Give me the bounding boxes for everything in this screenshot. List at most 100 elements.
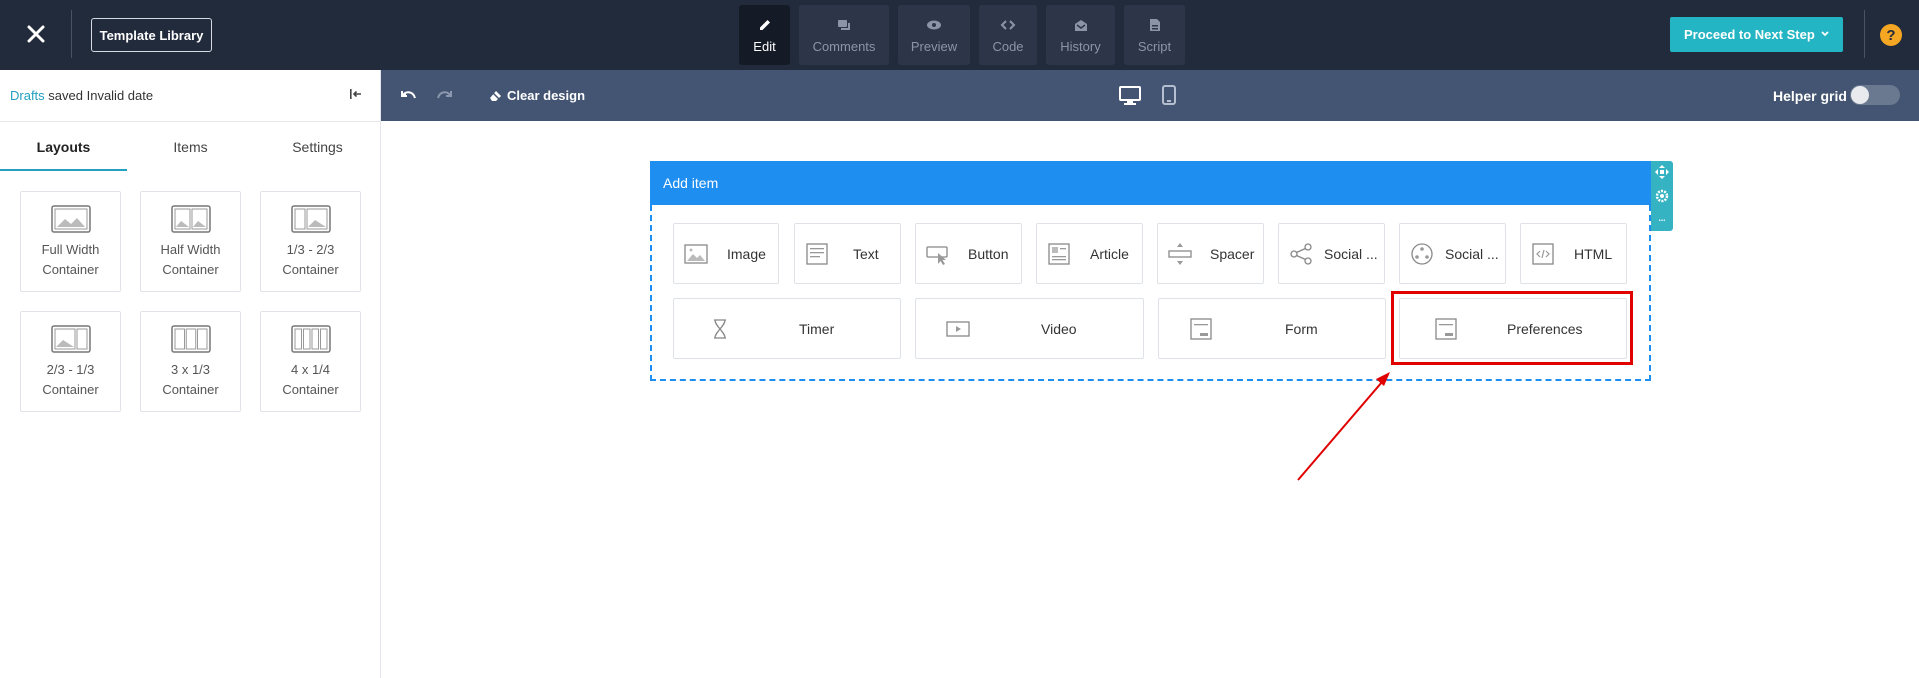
tab-preview[interactable]: Preview — [898, 5, 970, 65]
image-icon — [684, 242, 708, 266]
clear-design-button[interactable]: Clear design — [489, 88, 585, 103]
redo-icon[interactable] — [435, 87, 453, 105]
pencil-icon — [757, 17, 773, 33]
layout-label: Half Width Container — [160, 242, 221, 277]
video-icon — [946, 317, 970, 341]
tab-edit-label: Edit — [753, 38, 776, 54]
item-text[interactable]: Text — [794, 223, 901, 284]
tab-history[interactable]: History — [1046, 5, 1115, 65]
half-width-layout-icon — [170, 205, 211, 233]
clear-design-label: Clear design — [507, 88, 586, 103]
undo-icon[interactable] — [400, 87, 418, 105]
item-social-follow[interactable]: Social ... — [1399, 223, 1506, 284]
close-icon[interactable] — [18, 16, 54, 52]
item-label: Image — [727, 246, 766, 262]
settings-gear-icon[interactable] — [1655, 189, 1669, 203]
button-icon — [926, 242, 950, 266]
layout-three-by-third[interactable]: 3 x 1/3 Container — [140, 311, 241, 412]
tab-preview-label: Preview — [910, 38, 958, 54]
tab-script[interactable]: Script — [1124, 5, 1185, 65]
article-icon — [1047, 242, 1071, 266]
layout-one-third-two-thirds[interactable]: 1/3 - 2/3 Container — [260, 191, 361, 292]
topbar-divider-right — [1864, 10, 1865, 58]
layout-full-width[interactable]: Full Width Container — [20, 191, 121, 292]
mode-tabs: Edit Comments Preview Code History Scrip… — [739, 5, 1185, 65]
item-spacer[interactable]: Spacer — [1157, 223, 1264, 284]
item-label: HTML — [1574, 246, 1613, 262]
history-icon — [1073, 17, 1089, 33]
tab-edit[interactable]: Edit — [739, 5, 790, 65]
tab-code[interactable]: Code — [979, 5, 1037, 65]
block-side-tools — [1651, 161, 1673, 231]
draft-status-text: saved Invalid date — [48, 88, 154, 103]
comments-icon — [836, 17, 852, 33]
item-label: Form — [1285, 321, 1318, 337]
canvas-toolbar: Clear design Helper grid — [381, 70, 1919, 121]
top-bar: Template Library Edit Comments Preview C… — [0, 0, 1919, 70]
helper-grid-toggle[interactable] — [1850, 85, 1900, 105]
layout-two-thirds-one-third[interactable]: 2/3 - 1/3 Container — [20, 311, 121, 412]
layout-half-width[interactable]: Half Width Container — [140, 191, 241, 292]
two-thirds-one-third-layout-icon — [50, 325, 91, 353]
item-label: Social ... — [1324, 246, 1378, 262]
share-icon — [1289, 242, 1313, 266]
email-editor-app: Template Library Edit Comments Preview C… — [0, 0, 1919, 678]
item-image[interactable]: Image — [673, 223, 779, 284]
draft-status: Drafts saved Invalid date — [10, 88, 153, 103]
code-icon — [1000, 17, 1016, 33]
item-label: Article — [1090, 246, 1129, 262]
mobile-view-icon[interactable] — [1162, 85, 1176, 105]
move-icon[interactable] — [1655, 165, 1669, 179]
preferences-icon — [1434, 317, 1458, 341]
help-icon[interactable]: ? — [1880, 24, 1902, 46]
layout-label: Full Width Container — [41, 242, 100, 277]
item-article[interactable]: Article — [1036, 223, 1143, 284]
item-label: Social ... — [1445, 246, 1499, 262]
one-third-two-thirds-layout-icon — [290, 205, 331, 233]
add-item-header: Add item — [650, 161, 1651, 205]
tab-layouts[interactable]: Layouts — [0, 122, 127, 171]
layout-label: 4 x 1/4 Container — [282, 362, 339, 397]
item-preferences[interactable]: Preferences — [1399, 298, 1627, 359]
collapse-panel-icon[interactable] — [348, 86, 364, 102]
item-html[interactable]: HTML — [1520, 223, 1627, 284]
four-column-layout-icon — [290, 325, 331, 353]
layout-four-by-quarter[interactable]: 4 x 1/4 Container — [260, 311, 361, 412]
item-label: Preferences — [1507, 321, 1583, 337]
helper-grid-label: Helper grid — [1773, 88, 1847, 104]
spacer-icon — [1168, 242, 1192, 266]
item-video[interactable]: Video — [915, 298, 1144, 359]
drafts-link[interactable]: Drafts — [10, 88, 45, 103]
social-follow-icon — [1410, 242, 1434, 266]
layout-label: 1/3 - 2/3 Container — [282, 242, 339, 277]
template-library-button[interactable]: Template Library — [91, 18, 212, 52]
proceed-next-step-button[interactable]: Proceed to Next Step — [1670, 17, 1843, 52]
three-column-layout-icon — [170, 325, 211, 353]
hourglass-icon — [708, 317, 732, 341]
tab-comments[interactable]: Comments — [799, 5, 889, 65]
form-icon — [1189, 317, 1213, 341]
eraser-icon — [489, 89, 502, 102]
desktop-view-icon[interactable] — [1119, 86, 1141, 106]
text-icon — [805, 242, 829, 266]
item-timer[interactable]: Timer — [673, 298, 901, 359]
item-form[interactable]: Form — [1158, 298, 1386, 359]
item-button[interactable]: Button — [915, 223, 1022, 284]
tab-items[interactable]: Items — [127, 122, 254, 171]
layout-label: 3 x 1/3 Container — [162, 362, 219, 397]
chevron-down-icon[interactable] — [1819, 28, 1831, 40]
tab-script-label: Script — [1137, 38, 1172, 54]
full-width-layout-icon — [50, 205, 91, 233]
tab-settings[interactable]: Settings — [254, 122, 381, 171]
more-options-icon[interactable] — [1655, 213, 1669, 227]
item-social-share[interactable]: Social ... — [1278, 223, 1385, 284]
tab-history-label: History — [1060, 38, 1101, 54]
item-label: Video — [1041, 321, 1077, 337]
item-label: Timer — [799, 321, 835, 337]
tab-comments-label: Comments — [812, 38, 876, 54]
left-panel: Drafts saved Invalid date Layouts Items … — [0, 70, 381, 678]
topbar-divider — [71, 10, 72, 58]
script-icon — [1147, 17, 1163, 33]
tab-code-label: Code — [992, 38, 1024, 54]
item-label: Spacer — [1210, 246, 1255, 262]
